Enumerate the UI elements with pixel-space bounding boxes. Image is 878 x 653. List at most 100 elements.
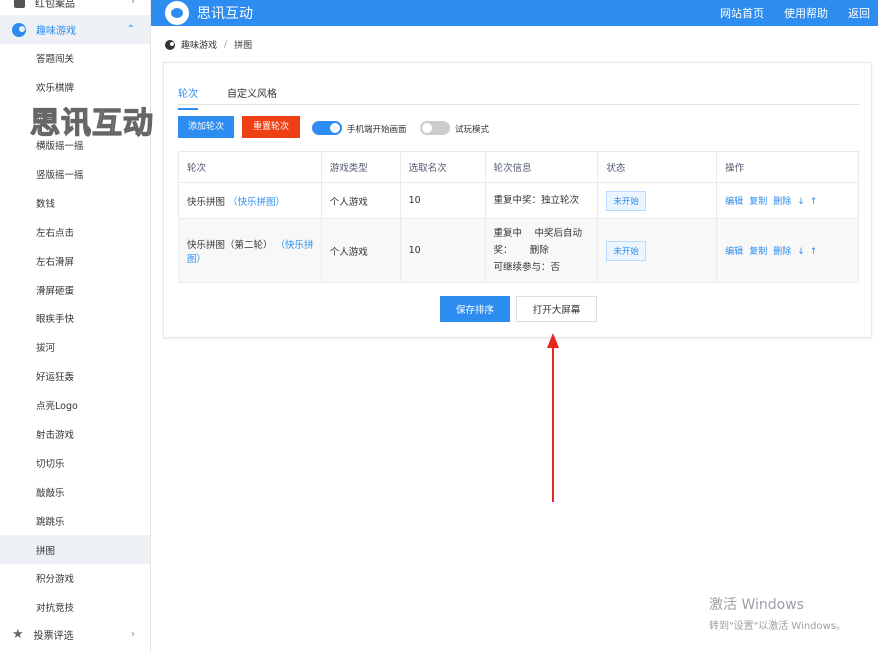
table-row: 快乐拼图（第二轮） （快乐拼图） 个人游戏 10 重复中 中奖后自动 奖： 删除… [178,218,859,283]
sidebar-item[interactable]: 竖版摇一摇 [0,160,150,189]
col-header-round-info: 轮次信息 [484,151,598,183]
top-header: 思讯互动 网站首页 使用帮助 返回 [151,0,878,26]
trial-mode-toggle[interactable] [420,121,450,135]
windows-activation-watermark: 激活 Windows 转到"设置"以激活 Windows。 [709,594,846,632]
chevron-right-icon: › [131,628,135,640]
info-line: 奖： 删除 [493,245,549,256]
breadcrumb-current: 拼图 [234,41,253,51]
sidebar-item[interactable]: 左右点击 [0,217,150,246]
sidebar-item[interactable]: 点亮Logo [0,391,150,420]
chevron-right-icon: › [131,0,135,7]
col-header-round: 轮次 [178,151,322,183]
round-name-cell: 快乐拼图（第二轮） （快乐拼图） [178,218,322,283]
edit-button[interactable]: 编辑 [725,247,743,257]
col-header-actions: 操作 [716,151,859,183]
breadcrumb-parent[interactable]: 趣味游戏 [181,38,217,51]
sidebar-group-fun-games[interactable]: 趣味游戏 ⌃ [0,15,150,44]
round-name: 快乐拼图 [187,196,226,208]
actions-cell: 编辑 复制 删除 ↓ ↑ [716,218,859,283]
round-name-cell: 快乐拼图 （快乐拼图） [178,182,322,219]
sidebar-item[interactable]: 拼图 [0,535,150,565]
round-info-cell: 重复中奖：独立轮次 [484,182,598,219]
round-info-cell: 重复中 中奖后自动 奖： 删除 可继续参与：否 [484,218,598,283]
status-cell: 未开始 [597,218,717,283]
logo-icon [165,1,189,25]
sidebar-item[interactable]: 滑屏砸蛋 [0,275,150,304]
toggle-knob [422,123,432,133]
nav-help-link[interactable]: 使用帮助 [784,5,828,21]
copy-button[interactable]: 复制 [749,197,767,207]
sidebar-item-label: 红包案品 [35,0,75,10]
sidebar-item[interactable]: 射击游戏 [0,420,150,449]
move-up-icon[interactable]: ↑ [810,247,818,257]
info-line: 可继续参与：否 [493,262,561,273]
info-line: 重复中 中奖后自动 [493,228,583,239]
mobile-start-screen-label: 手机端开始画面 [347,125,407,135]
pacman-icon [165,39,175,50]
game-type-cell: 个人游戏 [320,182,401,219]
breadcrumb: 趣味游戏 / 拼图 [165,38,252,51]
header-nav: 网站首页 使用帮助 返回 [720,0,870,26]
trial-mode-label: 试玩模式 [455,125,490,135]
mobile-start-screen-toggle[interactable] [312,121,342,135]
nav-home-link[interactable]: 网站首页 [720,5,764,21]
edit-button[interactable]: 编辑 [725,197,743,207]
move-up-icon[interactable]: ↑ [810,197,818,207]
reset-round-button[interactable]: 重置轮次 [242,116,301,138]
open-big-screen-button[interactable]: 打开大屏幕 [516,296,597,322]
tab-bar: 轮次 自定义风格 [178,75,859,110]
move-down-icon[interactable]: ↓ [797,197,805,207]
nav-back-link[interactable]: 返回 [848,5,870,21]
sidebar-item-vote[interactable]: ★ 投票评选 › [0,620,150,648]
info-line: 重复中奖：独立轮次 [493,195,580,206]
chevron-up-icon: ⌃ [126,24,135,35]
tab-rounds[interactable]: 轮次 [178,85,198,110]
copy-button[interactable]: 复制 [749,247,767,257]
sidebar-item[interactable]: 眼疾手快 [0,304,150,333]
rank-cell: 10 [399,182,485,219]
move-down-icon[interactable]: ↓ [797,247,805,257]
tab-custom-style[interactable]: 自定义风格 [227,85,277,108]
sidebar-item[interactable]: 拔河 [0,333,150,362]
toggle-knob [330,123,340,133]
col-header-rank: 选取名次 [399,151,485,183]
game-link[interactable]: （快乐拼图） [228,197,285,208]
col-header-status: 状态 [597,151,717,183]
sidebar-item-red-packet[interactable]: 红包案品 › [0,0,150,12]
star-icon: ★ [12,626,24,642]
delete-button[interactable]: 删除 [773,247,791,257]
game-type-cell: 个人游戏 [320,218,401,283]
save-order-button[interactable]: 保存排序 [440,296,510,322]
col-header-game-type: 游戏类型 [320,151,401,183]
breadcrumb-separator: / [224,39,228,50]
sidebar-item[interactable]: 答题闯关 [0,44,150,73]
sidebar-item[interactable]: 数钱 [0,188,150,217]
sidebar-item-label: 投票评选 [33,630,74,642]
status-badge: 未开始 [606,240,646,261]
sidebar-group-label: 趣味游戏 [36,26,76,37]
rounds-table: 轮次 游戏类型 选取名次 轮次信息 状态 操作 快乐拼图 （快乐拼图） 个人游戏… [178,151,859,283]
rounds-card: 轮次 自定义风格 添加轮次 重置轮次 手机端开始画面 试玩模式 轮次 游戏类型 … [163,62,872,338]
logo-watermark: 思讯互动 [29,105,154,141]
sidebar-item[interactable]: 对抗竞技 [0,593,150,622]
round-name: 快乐拼图（第二轮） [187,239,273,251]
annotation-arrow-icon [547,333,559,502]
status-badge: 未开始 [606,190,646,211]
add-round-button[interactable]: 添加轮次 [178,116,235,138]
sidebar-item[interactable]: 左右滑屏 [0,246,150,275]
table-header-row: 轮次 游戏类型 选取名次 轮次信息 状态 操作 [178,151,859,183]
sidebar-item[interactable]: 积分游戏 [0,564,150,593]
status-cell: 未开始 [597,182,717,219]
watermark-line2: 转到"设置"以激活 Windows。 [709,621,847,632]
sidebar-item[interactable]: 好运狂轰 [0,362,150,391]
gift-icon [14,0,25,8]
watermark-line1: 激活 Windows [709,597,804,613]
brand-title: 思讯互动 [197,6,253,22]
sidebar-item[interactable]: 跳跳乐 [0,506,150,535]
annotation-arrow-head [547,333,559,348]
sidebar-item[interactable]: 敲敲乐 [0,477,150,506]
table-row: 快乐拼图 （快乐拼图） 个人游戏 10 重复中奖：独立轮次 未开始 编辑 复制 删除… [178,182,859,219]
actions-cell: 编辑 复制 删除 ↓ ↑ [716,182,859,219]
sidebar-item[interactable]: 切切乐 [0,448,150,477]
delete-button[interactable]: 删除 [773,197,791,207]
